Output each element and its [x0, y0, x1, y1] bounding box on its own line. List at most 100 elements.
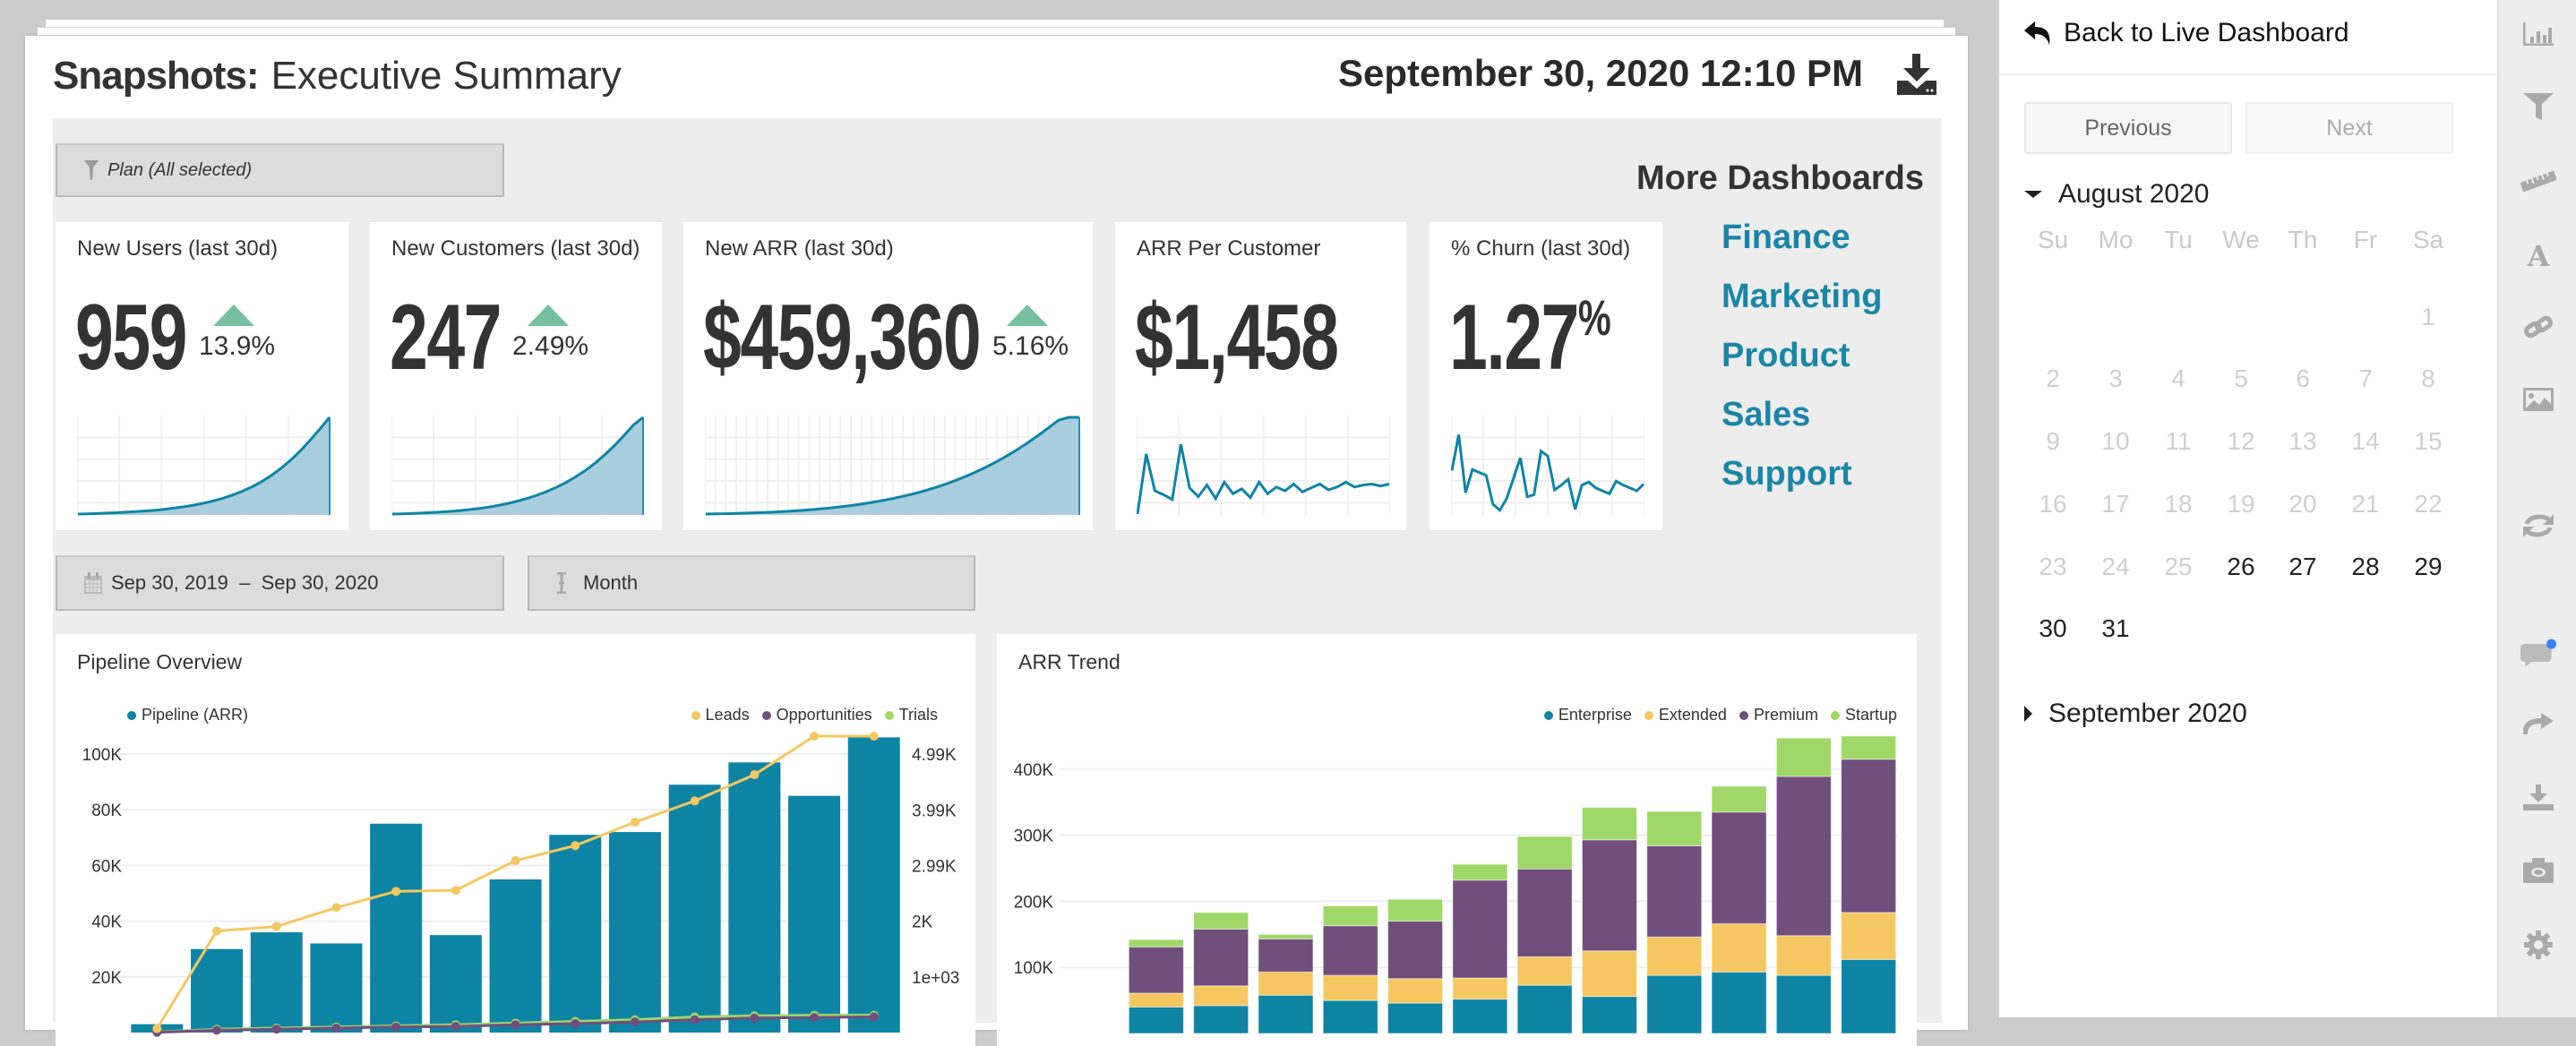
arr-bar-segment-premium[interactable]: [1193, 928, 1249, 987]
calendar-day-available[interactable]: 30: [2026, 614, 2080, 643]
arr-bar-segment-enterprise[interactable]: [1646, 974, 1703, 1034]
arr-bar-segment-premium[interactable]: [1387, 921, 1444, 980]
pipeline-bar[interactable]: [310, 943, 363, 1033]
arr-bar-segment-enterprise[interactable]: [1841, 958, 1897, 1034]
pipeline-bar[interactable]: [668, 784, 721, 1033]
image-button[interactable]: [2520, 382, 2556, 417]
arr-bar-segment-enterprise[interactable]: [1581, 996, 1637, 1034]
arr-bar-segment-startup[interactable]: [1841, 735, 1897, 760]
series-point-opportunities[interactable]: [750, 1013, 760, 1023]
pipeline-bar[interactable]: [728, 762, 781, 1033]
month-toggle-september[interactable]: September 2020: [2024, 699, 2247, 729]
series-point-opportunities[interactable]: [331, 1024, 341, 1033]
comments-button[interactable]: [2520, 636, 2556, 672]
share-button[interactable]: [2520, 707, 2556, 742]
arr-bar-segment-premium[interactable]: [1841, 759, 1897, 913]
arr-bar-segment-startup[interactable]: [1322, 905, 1378, 927]
arr-bar-segment-enterprise[interactable]: [1387, 1002, 1444, 1034]
arr-bar-segment-extended[interactable]: [1258, 971, 1314, 996]
dashboard-link-marketing[interactable]: Marketing: [1722, 278, 1882, 316]
pipeline-bar[interactable]: [549, 835, 602, 1033]
arr-bar-segment-premium[interactable]: [1322, 925, 1378, 976]
arr-bar-segment-extended[interactable]: [1387, 978, 1444, 1004]
arr-bar-segment-startup[interactable]: [1775, 737, 1832, 777]
bar-chart-button[interactable]: [2520, 16, 2556, 52]
arr-bar-segment-enterprise[interactable]: [1258, 994, 1314, 1034]
previous-snapshot-button[interactable]: Previous: [2024, 102, 2232, 154]
series-point-leads[interactable]: [152, 1024, 162, 1033]
plan-filter[interactable]: Plan (All selected): [56, 143, 504, 197]
arr-bar-segment-enterprise[interactable]: [1775, 974, 1832, 1034]
arr-bar-segment-startup[interactable]: [1452, 863, 1508, 881]
arr-bar-segment-premium[interactable]: [1128, 946, 1184, 994]
arr-bar-segment-startup[interactable]: [1711, 785, 1767, 813]
arr-bar-segment-premium[interactable]: [1646, 845, 1703, 938]
series-point-opportunities[interactable]: [810, 1013, 820, 1023]
series-point-opportunities[interactable]: [630, 1017, 640, 1027]
date-range-filter[interactable]: Sep 30, 2019 – Sep 30, 2020: [56, 555, 504, 611]
series-point-leads[interactable]: [451, 886, 460, 896]
series-point-opportunities[interactable]: [391, 1022, 401, 1032]
series-point-leads[interactable]: [212, 926, 222, 936]
arr-bar-segment-enterprise[interactable]: [1452, 999, 1508, 1034]
pipeline-bar[interactable]: [847, 737, 900, 1033]
calendar-day-available[interactable]: 31: [2089, 614, 2142, 643]
series-point-opportunities[interactable]: [212, 1025, 222, 1035]
dashboard-link-sales[interactable]: Sales: [1722, 396, 1810, 434]
arr-bar-segment-extended[interactable]: [1128, 992, 1184, 1007]
pipeline-bar[interactable]: [608, 832, 661, 1033]
dashboard-link-finance[interactable]: Finance: [1722, 219, 1850, 257]
series-point-leads[interactable]: [810, 732, 820, 742]
series-point-leads[interactable]: [750, 770, 760, 780]
arr-bar-segment-enterprise[interactable]: [1193, 1005, 1249, 1034]
dashboard-link-support[interactable]: Support: [1722, 455, 1852, 493]
calendar-day-available[interactable]: 26: [2214, 553, 2268, 581]
granularity-filter[interactable]: Month: [528, 555, 975, 611]
arr-bar-segment-enterprise[interactable]: [1516, 984, 1573, 1034]
arr-bar-segment-premium[interactable]: [1581, 839, 1637, 952]
arr-bar-segment-premium[interactable]: [1711, 811, 1767, 924]
series-point-leads[interactable]: [331, 903, 341, 913]
pipeline-bar[interactable]: [250, 932, 303, 1033]
series-point-leads[interactable]: [630, 818, 640, 827]
arr-bar-segment-startup[interactable]: [1516, 836, 1573, 870]
settings-button[interactable]: [2520, 927, 2556, 963]
pipeline-bar[interactable]: [370, 823, 423, 1033]
arr-bar-segment-enterprise[interactable]: [1711, 971, 1767, 1034]
arr-bar-segment-startup[interactable]: [1193, 912, 1249, 930]
back-to-live-dashboard-link[interactable]: Back to Live Dashboard: [2024, 18, 2349, 48]
arr-bar-segment-extended[interactable]: [1516, 956, 1573, 986]
series-point-leads[interactable]: [690, 796, 700, 806]
series-point-opportunities[interactable]: [571, 1019, 580, 1029]
link-button[interactable]: [2520, 309, 2556, 345]
arr-bar-segment-extended[interactable]: [1646, 936, 1703, 976]
arr-bar-segment-premium[interactable]: [1516, 868, 1573, 957]
arr-bar-segment-extended[interactable]: [1841, 912, 1897, 960]
arr-bar-segment-extended[interactable]: [1711, 922, 1767, 973]
arr-bar-segment-extended[interactable]: [1193, 985, 1249, 1007]
arr-bar-segment-startup[interactable]: [1387, 898, 1444, 922]
pipeline-bar[interactable]: [788, 795, 841, 1033]
series-point-opportunities[interactable]: [451, 1022, 460, 1032]
ruler-button[interactable]: [2520, 163, 2556, 199]
refresh-button[interactable]: [2520, 508, 2556, 544]
calendar-day-available[interactable]: 27: [2276, 553, 2330, 581]
series-point-opportunities[interactable]: [271, 1025, 281, 1034]
arr-bar-segment-premium[interactable]: [1452, 879, 1508, 979]
series-point-leads[interactable]: [271, 922, 281, 931]
calendar-day-available[interactable]: 28: [2339, 553, 2392, 581]
arr-bar-segment-extended[interactable]: [1775, 935, 1832, 976]
dashboard-link-product[interactable]: Product: [1722, 337, 1850, 375]
text-button[interactable]: A: [2520, 236, 2556, 272]
arr-bar-segment-premium[interactable]: [1258, 938, 1314, 973]
next-snapshot-button[interactable]: Next: [2245, 102, 2453, 154]
series-point-opportunities[interactable]: [511, 1020, 520, 1030]
month-toggle-august[interactable]: August 2020: [2024, 179, 2209, 210]
arr-bar-segment-startup[interactable]: [1646, 810, 1703, 846]
series-point-leads[interactable]: [511, 856, 520, 866]
download-button-sidebar[interactable]: [2520, 780, 2556, 816]
series-point-opportunities[interactable]: [690, 1015, 700, 1025]
arr-bar-segment-extended[interactable]: [1452, 977, 1508, 1000]
arr-bar-segment-startup[interactable]: [1128, 939, 1184, 947]
arr-bar-segment-startup[interactable]: [1581, 807, 1637, 841]
